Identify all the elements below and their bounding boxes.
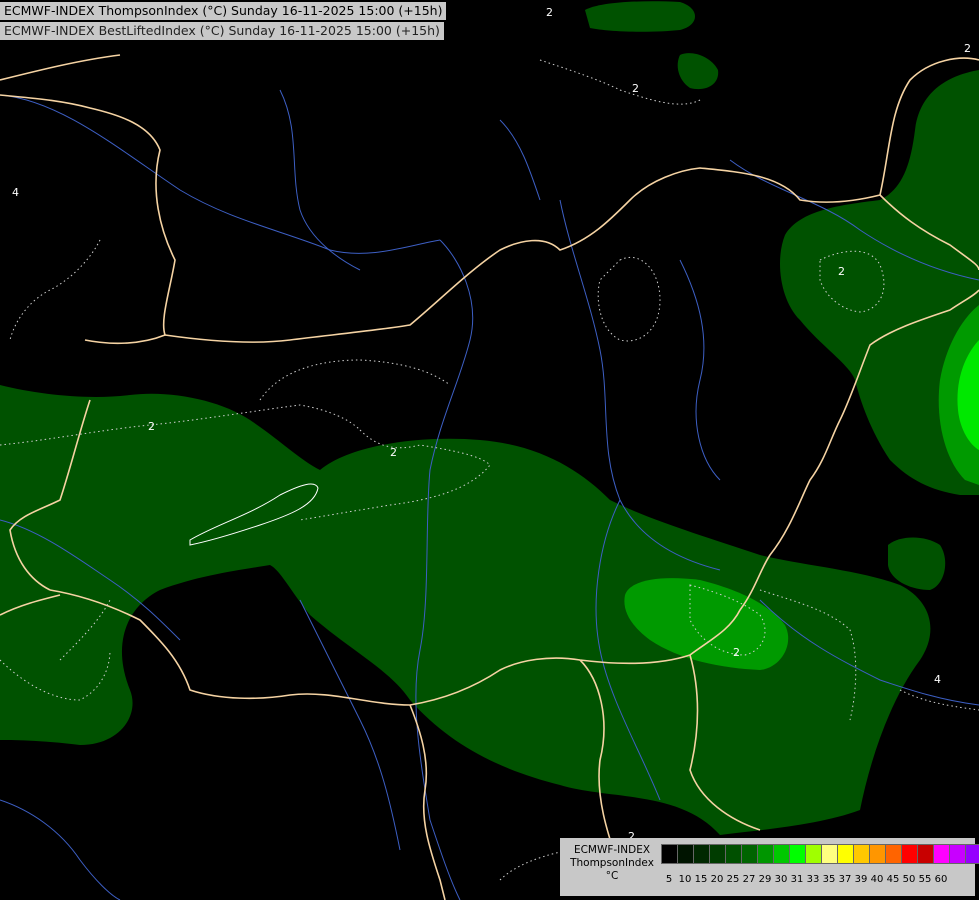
- contour-label: 2: [546, 6, 553, 19]
- legend-swatch: [773, 844, 790, 864]
- legend-tick: 39: [854, 874, 868, 885]
- legend-tick: 37: [838, 874, 852, 885]
- weather-map: 2 2 2 2 2 2 2 2 4 4: [0, 0, 979, 900]
- legend-tick: 30: [774, 874, 788, 885]
- map-title: ECMWF-INDEX ThompsonIndex (°C) Sunday 16…: [0, 2, 447, 20]
- dark-green-small-1: [585, 1, 695, 32]
- legend-swatch: [853, 844, 870, 864]
- legend-swatch: [709, 844, 726, 864]
- legend-swatch: [693, 844, 710, 864]
- legend-tick: 31: [790, 874, 804, 885]
- legend-swatch: [869, 844, 886, 864]
- legend-swatch: [757, 844, 774, 864]
- legend-swatch: [821, 844, 838, 864]
- legend-tick: 15: [694, 874, 708, 885]
- contour-label: 4: [934, 673, 941, 686]
- legend-unit: °C: [605, 870, 619, 882]
- contour-label: 2: [964, 42, 971, 55]
- legend-swatch: [805, 844, 822, 864]
- legend-swatch: [965, 844, 979, 864]
- legend-tick: 55: [918, 874, 932, 885]
- legend-swatch: [917, 844, 934, 864]
- legend-tick: 10: [678, 874, 692, 885]
- legend-tick: 27: [742, 874, 756, 885]
- legend-model: ECMWF-INDEX: [573, 844, 651, 856]
- legend-swatch: [725, 844, 742, 864]
- legend-variable: ThompsonIndex: [570, 857, 654, 869]
- legend-swatch: [933, 844, 950, 864]
- contour-label: 4: [12, 186, 19, 199]
- map-subtitle: ECMWF-INDEX BestLiftedIndex (°C) Sunday …: [0, 22, 444, 40]
- legend-swatches: [661, 844, 979, 864]
- legend-swatch: [677, 844, 694, 864]
- legend-swatch: [661, 844, 678, 864]
- legend-ticks: 5 10 15 20 25 27 29 30 31 33 35 37 39 40 45 50 55 60: [661, 874, 949, 885]
- contour-label: 2: [148, 420, 155, 433]
- legend-tick: 40: [870, 874, 884, 885]
- legend-tick: 33: [806, 874, 820, 885]
- legend-tick: 29: [758, 874, 772, 885]
- legend-swatch: [741, 844, 758, 864]
- legend-swatch: [789, 844, 806, 864]
- legend-tick: 60: [934, 874, 948, 885]
- legend-swatch: [949, 844, 966, 864]
- legend-swatch: [901, 844, 918, 864]
- legend-label: ECMWF-INDEX ThompsonIndex °C: [564, 844, 660, 883]
- contour-label: 2: [390, 446, 397, 459]
- color-legend: ECMWF-INDEX ThompsonIndex °C 5 10 15 20 25 27…: [560, 838, 979, 896]
- legend-tick: 20: [710, 874, 724, 885]
- legend-tick: 45: [886, 874, 900, 885]
- contour-label: 2: [838, 265, 845, 278]
- contour-label: 2: [733, 646, 740, 659]
- legend-swatch: [885, 844, 902, 864]
- legend-tick: 5: [665, 874, 673, 885]
- legend-tick: 35: [822, 874, 836, 885]
- contour-label: 2: [632, 82, 639, 95]
- legend-swatch: [837, 844, 854, 864]
- legend-tick: 50: [902, 874, 916, 885]
- legend-tick: 25: [726, 874, 740, 885]
